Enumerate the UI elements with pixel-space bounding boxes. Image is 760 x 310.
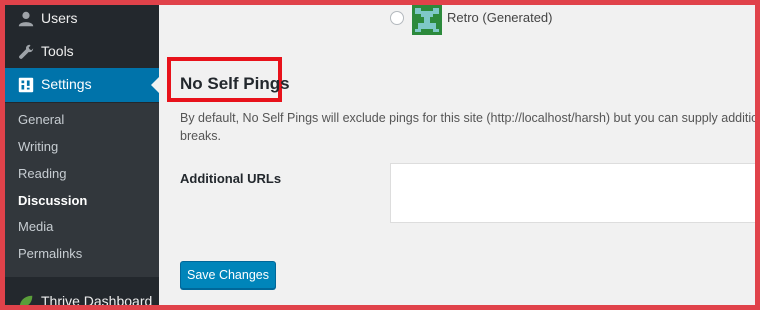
menu-item-label: Thrive Dashboard <box>41 293 153 305</box>
menu-item-users[interactable]: Users <box>5 5 159 36</box>
menu-item-tools[interactable]: Tools <box>5 35 159 69</box>
section-description: By default, No Self Pings will exclude p… <box>180 111 755 143</box>
retro-avatar-icon <box>412 5 442 35</box>
wrench-icon <box>19 44 34 59</box>
avatar-option-label: Retro (Generated) <box>447 10 553 25</box>
settings-submenu: General Writing Reading Discussion Media… <box>5 103 159 277</box>
submenu-item-permalinks[interactable]: Permalinks <box>18 245 82 263</box>
avatar-radio-retro[interactable] <box>390 11 404 25</box>
save-changes-button[interactable]: Save Changes <box>180 261 276 289</box>
additional-urls-textarea[interactable] <box>390 163 755 223</box>
section-title: No Self Pings <box>180 74 290 93</box>
user-icon <box>18 11 34 27</box>
settings-content: Retro (Generated) No Self Pings By defau… <box>159 5 755 305</box>
additional-urls-label: Additional URLs <box>180 171 282 186</box>
menu-item-label: Settings <box>41 76 92 92</box>
settings-icon <box>18 77 34 93</box>
submenu-item-reading[interactable]: Reading <box>18 165 66 183</box>
menu-item-label: Users <box>41 10 78 26</box>
submenu-item-writing[interactable]: Writing <box>18 138 58 156</box>
menu-item-settings[interactable]: Settings <box>5 68 159 102</box>
menu-item-label: Tools <box>41 43 74 59</box>
thrive-leaf-icon <box>19 295 33 305</box>
submenu-item-media[interactable]: Media <box>18 218 53 236</box>
active-menu-arrow <box>151 77 159 93</box>
submenu-item-discussion[interactable]: Discussion <box>18 192 87 210</box>
screenshot-frame: Users Tools Settings General Writing Rea… <box>5 5 755 305</box>
admin-sidebar: Users Tools Settings General Writing Rea… <box>5 5 159 305</box>
menu-item-thrive-dashboard[interactable]: Thrive Dashboard <box>5 285 159 305</box>
submenu-item-general[interactable]: General <box>18 111 64 129</box>
